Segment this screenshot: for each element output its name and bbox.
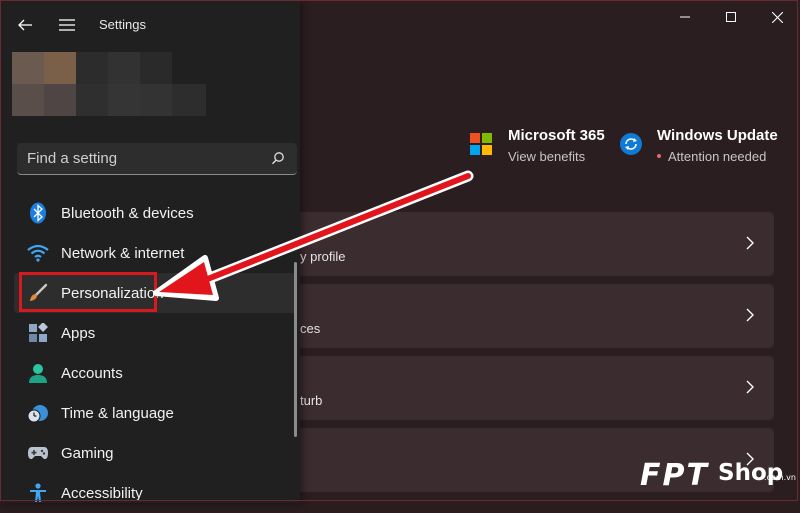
sidebar-item-label: Network & internet (61, 244, 185, 262)
close-icon (771, 11, 783, 23)
app-title: Settings (99, 17, 146, 32)
settings-card[interactable]: y profile (300, 212, 774, 276)
card-label: turb (300, 393, 323, 408)
bluetooth-icon (26, 201, 50, 225)
close-button[interactable] (754, 0, 800, 34)
sidebar-item-label: Bluetooth & devices (61, 204, 194, 222)
settings-card[interactable]: turb (300, 356, 774, 420)
windows-update-promo[interactable]: Windows Update Attention needed (620, 127, 778, 164)
maximize-icon (726, 12, 736, 22)
menu-button[interactable] (52, 10, 82, 40)
back-button[interactable] (10, 10, 40, 40)
sidebar-item-label: Accounts (61, 364, 123, 382)
sidebar-nav: Bluetooth & devices Network & internet P… (14, 193, 296, 513)
sidebar-item-time-language[interactable]: Time & language (14, 393, 296, 433)
minimize-icon (680, 16, 690, 18)
chevron-right-icon (746, 380, 754, 394)
card-label: y profile (300, 249, 346, 264)
search-input[interactable] (27, 143, 267, 173)
sidebar: Settings Bluetooth & devices (0, 0, 300, 503)
windows-update-subtitle: Attention needed (657, 149, 778, 164)
sidebar-item-bluetooth-devices[interactable]: Bluetooth & devices (14, 193, 296, 233)
minimize-button[interactable] (662, 0, 708, 34)
accessibility-icon (26, 481, 50, 505)
sidebar-item-label: Time & language (61, 404, 174, 422)
sidebar-scrollbar[interactable] (294, 262, 297, 437)
settings-card[interactable]: ces (300, 284, 774, 348)
microsoft365-subtitle: View benefits (508, 149, 586, 164)
chevron-right-icon (746, 236, 754, 250)
watermark-brand: FPT (640, 458, 709, 493)
microsoft-logo-icon (470, 133, 492, 155)
windows-update-title: Windows Update (657, 127, 778, 144)
sidebar-item-apps[interactable]: Apps (14, 313, 296, 353)
sidebar-item-gaming[interactable]: Gaming (14, 433, 296, 473)
hamburger-menu-icon (59, 19, 75, 31)
apps-icon (26, 321, 50, 345)
card-label: ces (300, 321, 321, 336)
sidebar-item-accounts[interactable]: Accounts (14, 353, 296, 393)
windows-update-status: Attention needed (668, 149, 767, 164)
gamepad-icon (26, 441, 50, 465)
sidebar-item-label: Accessibility (61, 484, 143, 502)
chevron-right-icon (746, 308, 754, 322)
wifi-icon (26, 241, 50, 265)
sidebar-item-network-internet[interactable]: Network & internet (14, 233, 296, 273)
title-bar: Settings (0, 0, 300, 50)
sidebar-item-accessibility[interactable]: Accessibility (14, 473, 296, 513)
watermark-domain: .com.vn (764, 473, 796, 482)
annotation-highlight-box (19, 272, 157, 312)
back-arrow-icon (18, 19, 32, 31)
search-icon[interactable] (271, 151, 285, 165)
maximize-button[interactable] (708, 0, 754, 34)
window-controls (662, 0, 800, 34)
update-sync-icon (620, 133, 642, 155)
avatar[interactable] (12, 52, 206, 116)
attention-dot-icon (657, 153, 661, 158)
microsoft365-promo[interactable]: Microsoft 365 View benefits (470, 127, 605, 164)
search-box (17, 143, 297, 175)
sidebar-item-label: Gaming (61, 444, 114, 462)
sidebar-item-label: Apps (61, 324, 96, 342)
accounts-icon (26, 361, 50, 385)
clock-globe-icon (26, 401, 50, 425)
microsoft365-title: Microsoft 365 (508, 127, 605, 144)
watermark-logo: FPT Shop .com.vn (636, 456, 796, 500)
